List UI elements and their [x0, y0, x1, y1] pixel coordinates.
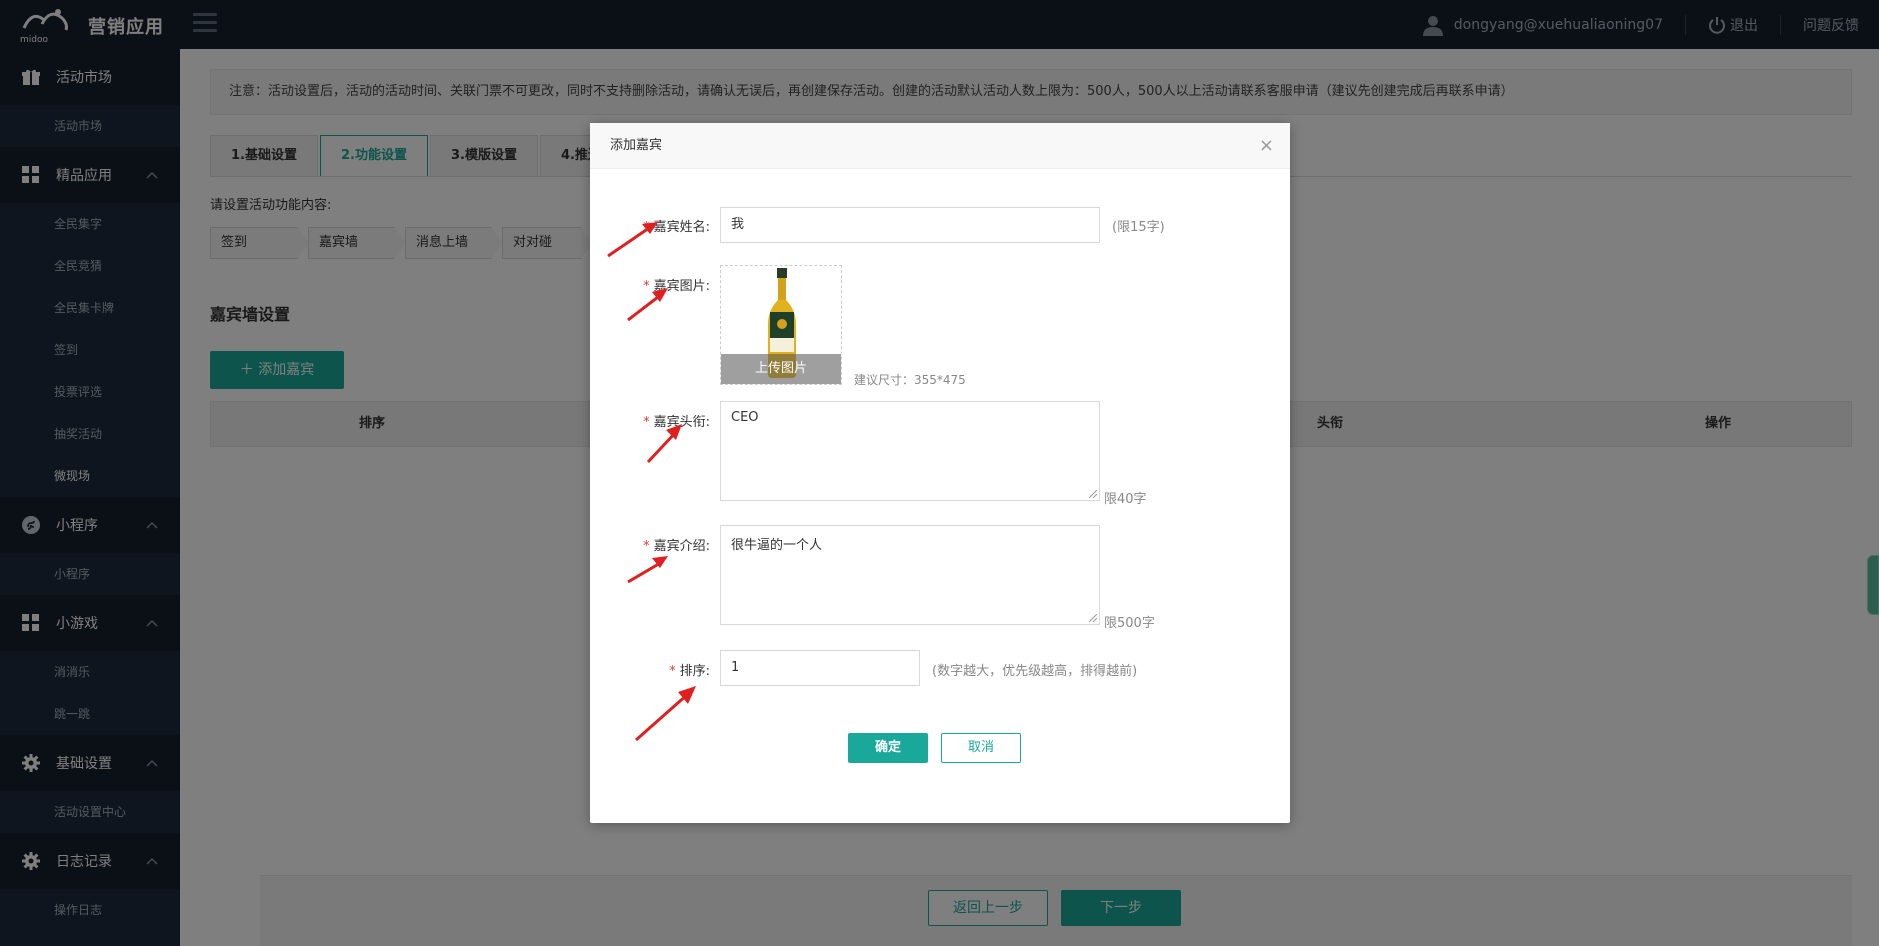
guest-title-textarea[interactable]: CEO [720, 401, 1100, 501]
close-icon[interactable]: × [1259, 123, 1274, 169]
modal-title: 添加嘉宾 [610, 138, 663, 153]
confirm-button[interactable]: 确定 [848, 733, 928, 763]
annotation-arrow-icon [646, 424, 682, 464]
guest-intro-textarea[interactable]: 很牛逼的一个人 [720, 525, 1100, 625]
side-scroll-handle[interactable] [1867, 555, 1879, 615]
image-upload[interactable]: 上传图片 [720, 265, 842, 385]
order-input[interactable]: 1 [720, 650, 920, 686]
annotation-arrow-icon [607, 222, 658, 258]
modal-header: 添加嘉宾 × [590, 123, 1290, 169]
title-hint: 限40字 [1104, 492, 1147, 507]
cancel-button[interactable]: 取消 [941, 733, 1021, 763]
annotation-arrow-icon [627, 556, 668, 584]
resize-handle-icon[interactable] [1089, 490, 1097, 498]
annotation-arrow-icon [627, 288, 668, 322]
upload-caption[interactable]: 上传图片 [721, 354, 841, 384]
name-hint: (限15字) [1112, 220, 1165, 235]
intro-hint: 限500字 [1104, 616, 1155, 631]
guest-name-input[interactable]: 我 [720, 207, 1100, 243]
image-size-hint: 建议尺寸：355*475 [854, 373, 966, 387]
order-hint: (数字越大，优先级越高，排得越前) [932, 664, 1138, 679]
resize-handle-icon[interactable] [1089, 614, 1097, 622]
annotation-arrow-icon [635, 686, 696, 742]
order-label: * 排序: [669, 664, 710, 679]
